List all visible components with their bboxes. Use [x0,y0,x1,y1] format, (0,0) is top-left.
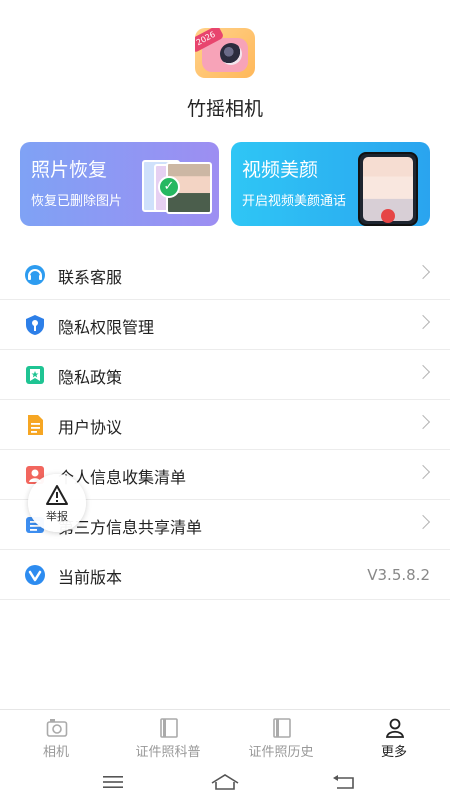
book-icon [271,718,293,738]
menu-label: 隐私政策 [58,368,123,387]
person-icon [384,718,406,738]
document-icon [24,414,46,436]
tab-more[interactable]: 更多 [338,710,450,766]
menu-label: 当前版本 [58,568,123,587]
menu-item-current-version[interactable]: 当前版本 V3.5.8.2 [0,550,450,600]
menu-icon[interactable] [98,770,128,794]
headset-icon [24,264,46,286]
video-beauty-subtitle: 开启视频美颜通话 [242,194,347,209]
hangup-icon [381,209,395,223]
system-nav-bar [0,765,450,800]
version-value: V3.5.8.2 [367,566,430,584]
tab-label: 证件照历史 [248,745,314,760]
photo-recovery-card[interactable]: 照片恢复 恢复已删除图片 ✓ [20,142,219,226]
chevron-right-icon [415,514,431,530]
tab-label: 证件照科普 [135,745,201,760]
chevron-right-icon [415,414,431,430]
shield-key-icon [24,314,46,336]
app-name: 竹摇相机 [186,98,263,120]
phone-call-image [358,152,418,226]
back-icon[interactable] [328,770,358,794]
chevron-right-icon [415,464,431,480]
lens-icon [220,43,242,65]
app-logo: 2026 [195,28,255,78]
photo-recovery-title: 照片恢复 [31,159,108,181]
bookmark-star-icon [24,364,46,386]
photo-recovery-subtitle: 恢复已删除图片 [31,194,123,209]
chevron-right-icon [415,364,431,380]
menu-item-privacy-policy[interactable]: 隐私政策 [0,350,450,400]
menu-item-contact-support[interactable]: 联系客服 [0,250,450,300]
tab-camera[interactable]: 相机 [0,710,112,766]
camera-icon [46,718,68,738]
version-icon [24,564,46,586]
menu-item-privacy-permissions[interactable]: 隐私权限管理 [0,300,450,350]
app-header: 2026 竹摇相机 [0,0,450,140]
tab-label: 相机 [42,745,69,760]
chevron-right-icon [415,314,431,330]
book-icon [158,718,180,738]
tab-id-photo-guide[interactable]: 证件照科普 [112,710,224,766]
warning-icon [45,484,69,510]
report-button[interactable]: 举报 [28,474,86,532]
report-label: 举报 [46,510,68,523]
settings-menu: 联系客服 隐私权限管理 隐私政策 用户协议 个人信息收集清单 第三方信息共享清单 [0,250,450,600]
menu-item-user-agreement[interactable]: 用户协议 [0,400,450,450]
chevron-right-icon [415,264,431,280]
video-beauty-title: 视频美颜 [242,159,319,181]
menu-label: 用户协议 [58,418,123,437]
bottom-tab-bar: 相机 证件照科普 证件照历史 更多 [0,709,450,765]
home-icon[interactable] [210,770,240,794]
tab-id-photo-history[interactable]: 证件照历史 [225,710,337,766]
menu-label: 隐私权限管理 [58,318,155,337]
menu-label: 联系客服 [58,268,123,287]
video-beauty-card[interactable]: 视频美颜 开启视频美颜通话 [231,142,430,226]
check-icon: ✓ [158,176,180,198]
tab-label: 更多 [380,745,407,760]
